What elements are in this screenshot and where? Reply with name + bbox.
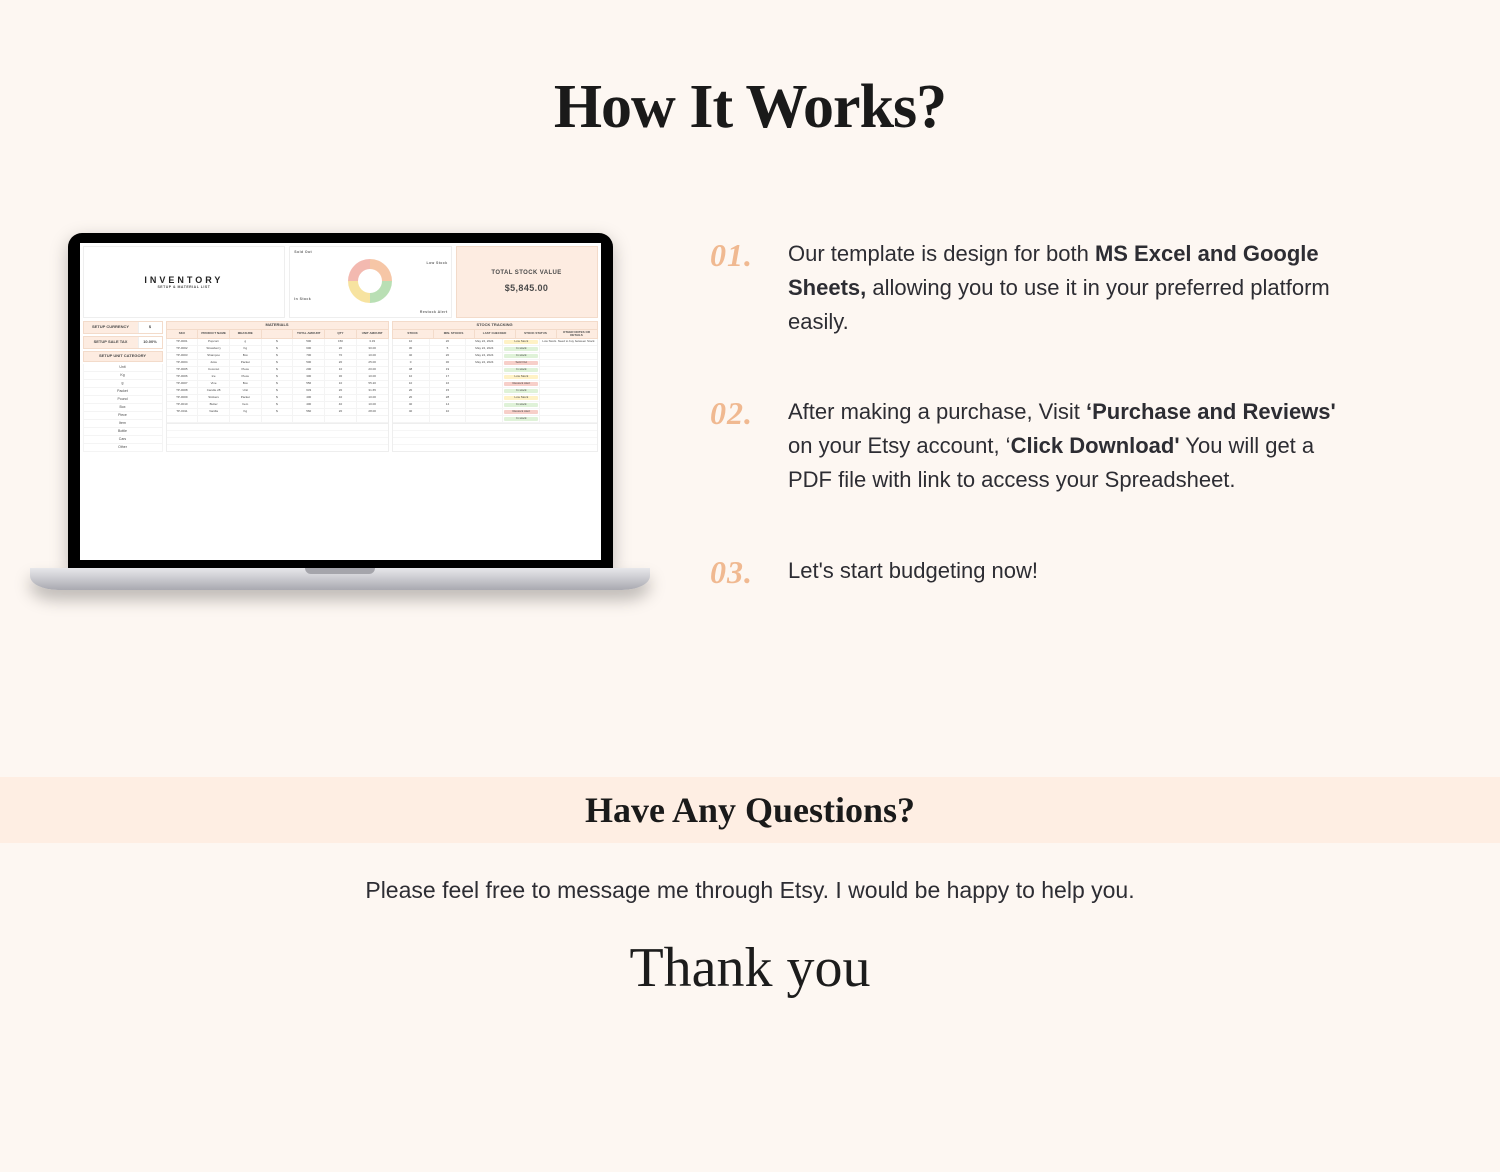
materials-table-body: TP-0001Popcorng$5001503.33TP-0002Strawbe… [166,339,389,424]
inventory-card: INVENTORY SETUP & MATERIAL LIST [83,246,286,318]
table-row: 4010Restock Alert [393,409,597,416]
table-row: TP-0002StrawberryKg$6002030.00 [167,346,388,353]
step-number: 01. [710,237,766,339]
step-item: 01. Our template is design for both MS Ex… [710,237,1440,339]
col-header: QTY [324,330,356,338]
category-item: Box [83,404,163,412]
table-row: TP-0001Popcorng$5001503.33 [167,339,388,346]
step-item: 02. After making a purchase, Visit ‘Purch… [710,395,1440,497]
laptop-base [30,568,650,590]
table-row: 1016Restock Alert [393,381,597,388]
category-item: Bottle [83,428,163,436]
step-text: Let's start budgeting now! [788,554,1038,591]
donut-chart-card: Sold Out Low Stock In Stock Restock Aler… [289,246,451,318]
col-header: UNIT AMOUNT [356,330,388,338]
inventory-title: INVENTORY [144,275,223,285]
setup-currency-value: $ [138,322,162,333]
setup-tax-row: SETUP SALE TAX 10.00% [83,336,163,349]
col-header: OTHER NOTES OR DETAILS [556,330,597,338]
category-item: Unit [83,364,163,372]
spreadsheet-preview: INVENTORY SETUP & MATERIAL LIST Sold Out… [80,243,601,560]
table-row: TP-0008Candle 28Unit$6332031.65 [167,388,388,395]
col-header: STOCK STATUS [515,330,556,338]
total-stock-label: TOTAL STOCK VALUE [491,270,561,277]
step-text: Our template is design for both MS Excel… [788,237,1348,339]
col-header: SKU [167,330,198,338]
category-item: Piece [83,412,163,420]
thank-you: Thank you [0,938,1500,1013]
col-header: LAST CHECKED [474,330,515,338]
table-row: 1020May 22, 2024Low StockLow Stock. Need… [393,339,597,346]
laptop-screen: INVENTORY SETUP & MATERIAL LIST Sold Out… [68,233,613,568]
setup-tax-label: SETUP SALE TAX [84,340,138,345]
col-header: MEASURE [229,330,261,338]
table-row: 4020May 24, 2024In stock [393,353,597,360]
table-row: TP-0003ShampooBox$7007010.00 [167,353,388,360]
table-row: TP-0007VineBox$5561055.20 [167,381,388,388]
table-row: In stock [393,416,597,423]
table-row: 305May 22, 2024In stock [393,346,597,353]
table-row: TP-0006IcePiece$3003010.00 [167,374,388,381]
materials-table-columns: SKUPRODUCT NAMEMEASURE TOTAL AMOUNTQTYUNI… [166,330,389,339]
table-row: 2015In stock [393,388,597,395]
chart-label: Low Stock [426,261,447,265]
materials-table: MATERIALS SKUPRODUCT NAMEMEASURE TOTAL AM… [166,321,389,452]
setup-currency-label: SETUP CURRENCY [84,325,138,330]
table-row: TP-0009StickersPacket$4004010.00 [167,395,388,402]
tracking-table-body: 1020May 22, 2024Low StockLow Stock. Need… [392,339,598,424]
footer-message: Please feel free to message me through E… [0,877,1500,904]
page-title: How It Works? [0,0,1500,143]
chart-label: Sold Out [294,250,312,254]
table-row: 030May 22, 2024Sold Out [393,360,597,367]
table-row: TP-0011VanillaKg$5602028.00 [167,409,388,416]
setup-panel: SETUP CURRENCY $ SETUP SALE TAX 10.00% S… [83,321,163,452]
total-stock-card: TOTAL STOCK VALUE $5,845.00 [456,246,598,318]
step-number: 03. [710,554,766,591]
step-item: 03. Let's start budgeting now! [710,554,1440,591]
table-row: 2028Low Stock [393,395,597,402]
table-row: 4014In stock [393,402,597,409]
setup-currency-row: SETUP CURRENCY $ [83,321,163,334]
main-content-row: INVENTORY SETUP & MATERIAL LIST Sold Out… [0,233,1500,647]
col-header: TOTAL AMOUNT [292,330,324,338]
table-row: 1017Low Stock [393,374,597,381]
donut-chart-icon [348,259,392,303]
table-row: TP-0005CoconutPiece$2001020.00 [167,367,388,374]
questions-title: Have Any Questions? [585,789,915,831]
materials-table-header: MATERIALS [166,321,389,330]
category-item: Cars [83,436,163,444]
steps-list: 01. Our template is design for both MS Ex… [710,233,1440,647]
table-filler [392,424,598,452]
tracking-table: STOCK TRACKING STOCKMIN. STOCKSLAST CHEC… [392,321,598,452]
inventory-subtitle: SETUP & MATERIAL LIST [157,285,210,289]
questions-banner: Have Any Questions? [0,777,1500,843]
col-header: MIN. STOCKS [433,330,474,338]
thank-you-text: Thank you [629,938,870,999]
total-stock-value: $5,845.00 [505,283,549,293]
col-header [261,330,293,338]
chart-label: Restock Alert [420,310,448,314]
category-item: Kg [83,372,163,380]
category-item: Item [83,420,163,428]
category-item: g [83,380,163,388]
setup-tax-value: 10.00% [138,337,162,348]
category-list: UnitKggPacketPoundBoxPieceItemBottleCars… [83,364,163,452]
table-filler [166,424,389,452]
setup-category-header: SETUP UNIT CATEGORY [83,351,163,362]
tracking-table-header: STOCK TRACKING [392,321,598,330]
chart-label: In Stock [294,297,311,301]
laptop-mockup: INVENTORY SETUP & MATERIAL LIST Sold Out… [30,233,650,647]
table-row [167,416,388,423]
category-item: Packet [83,388,163,396]
tracking-table-columns: STOCKMIN. STOCKSLAST CHECKEDSTOCK STATUS… [392,330,598,339]
col-header: PRODUCT NAME [197,330,229,338]
category-item: Other [83,444,163,452]
step-number: 02. [710,395,766,497]
table-row: 4819In stock [393,367,597,374]
category-item: Pound [83,396,163,404]
col-header: STOCK [393,330,433,338]
table-row: TP-0004JuicePacket$5002025.00 [167,360,388,367]
table-row: TP-0010ButterItem$4004010.00 [167,402,388,409]
step-text: After making a purchase, Visit ‘Purchase… [788,395,1348,497]
